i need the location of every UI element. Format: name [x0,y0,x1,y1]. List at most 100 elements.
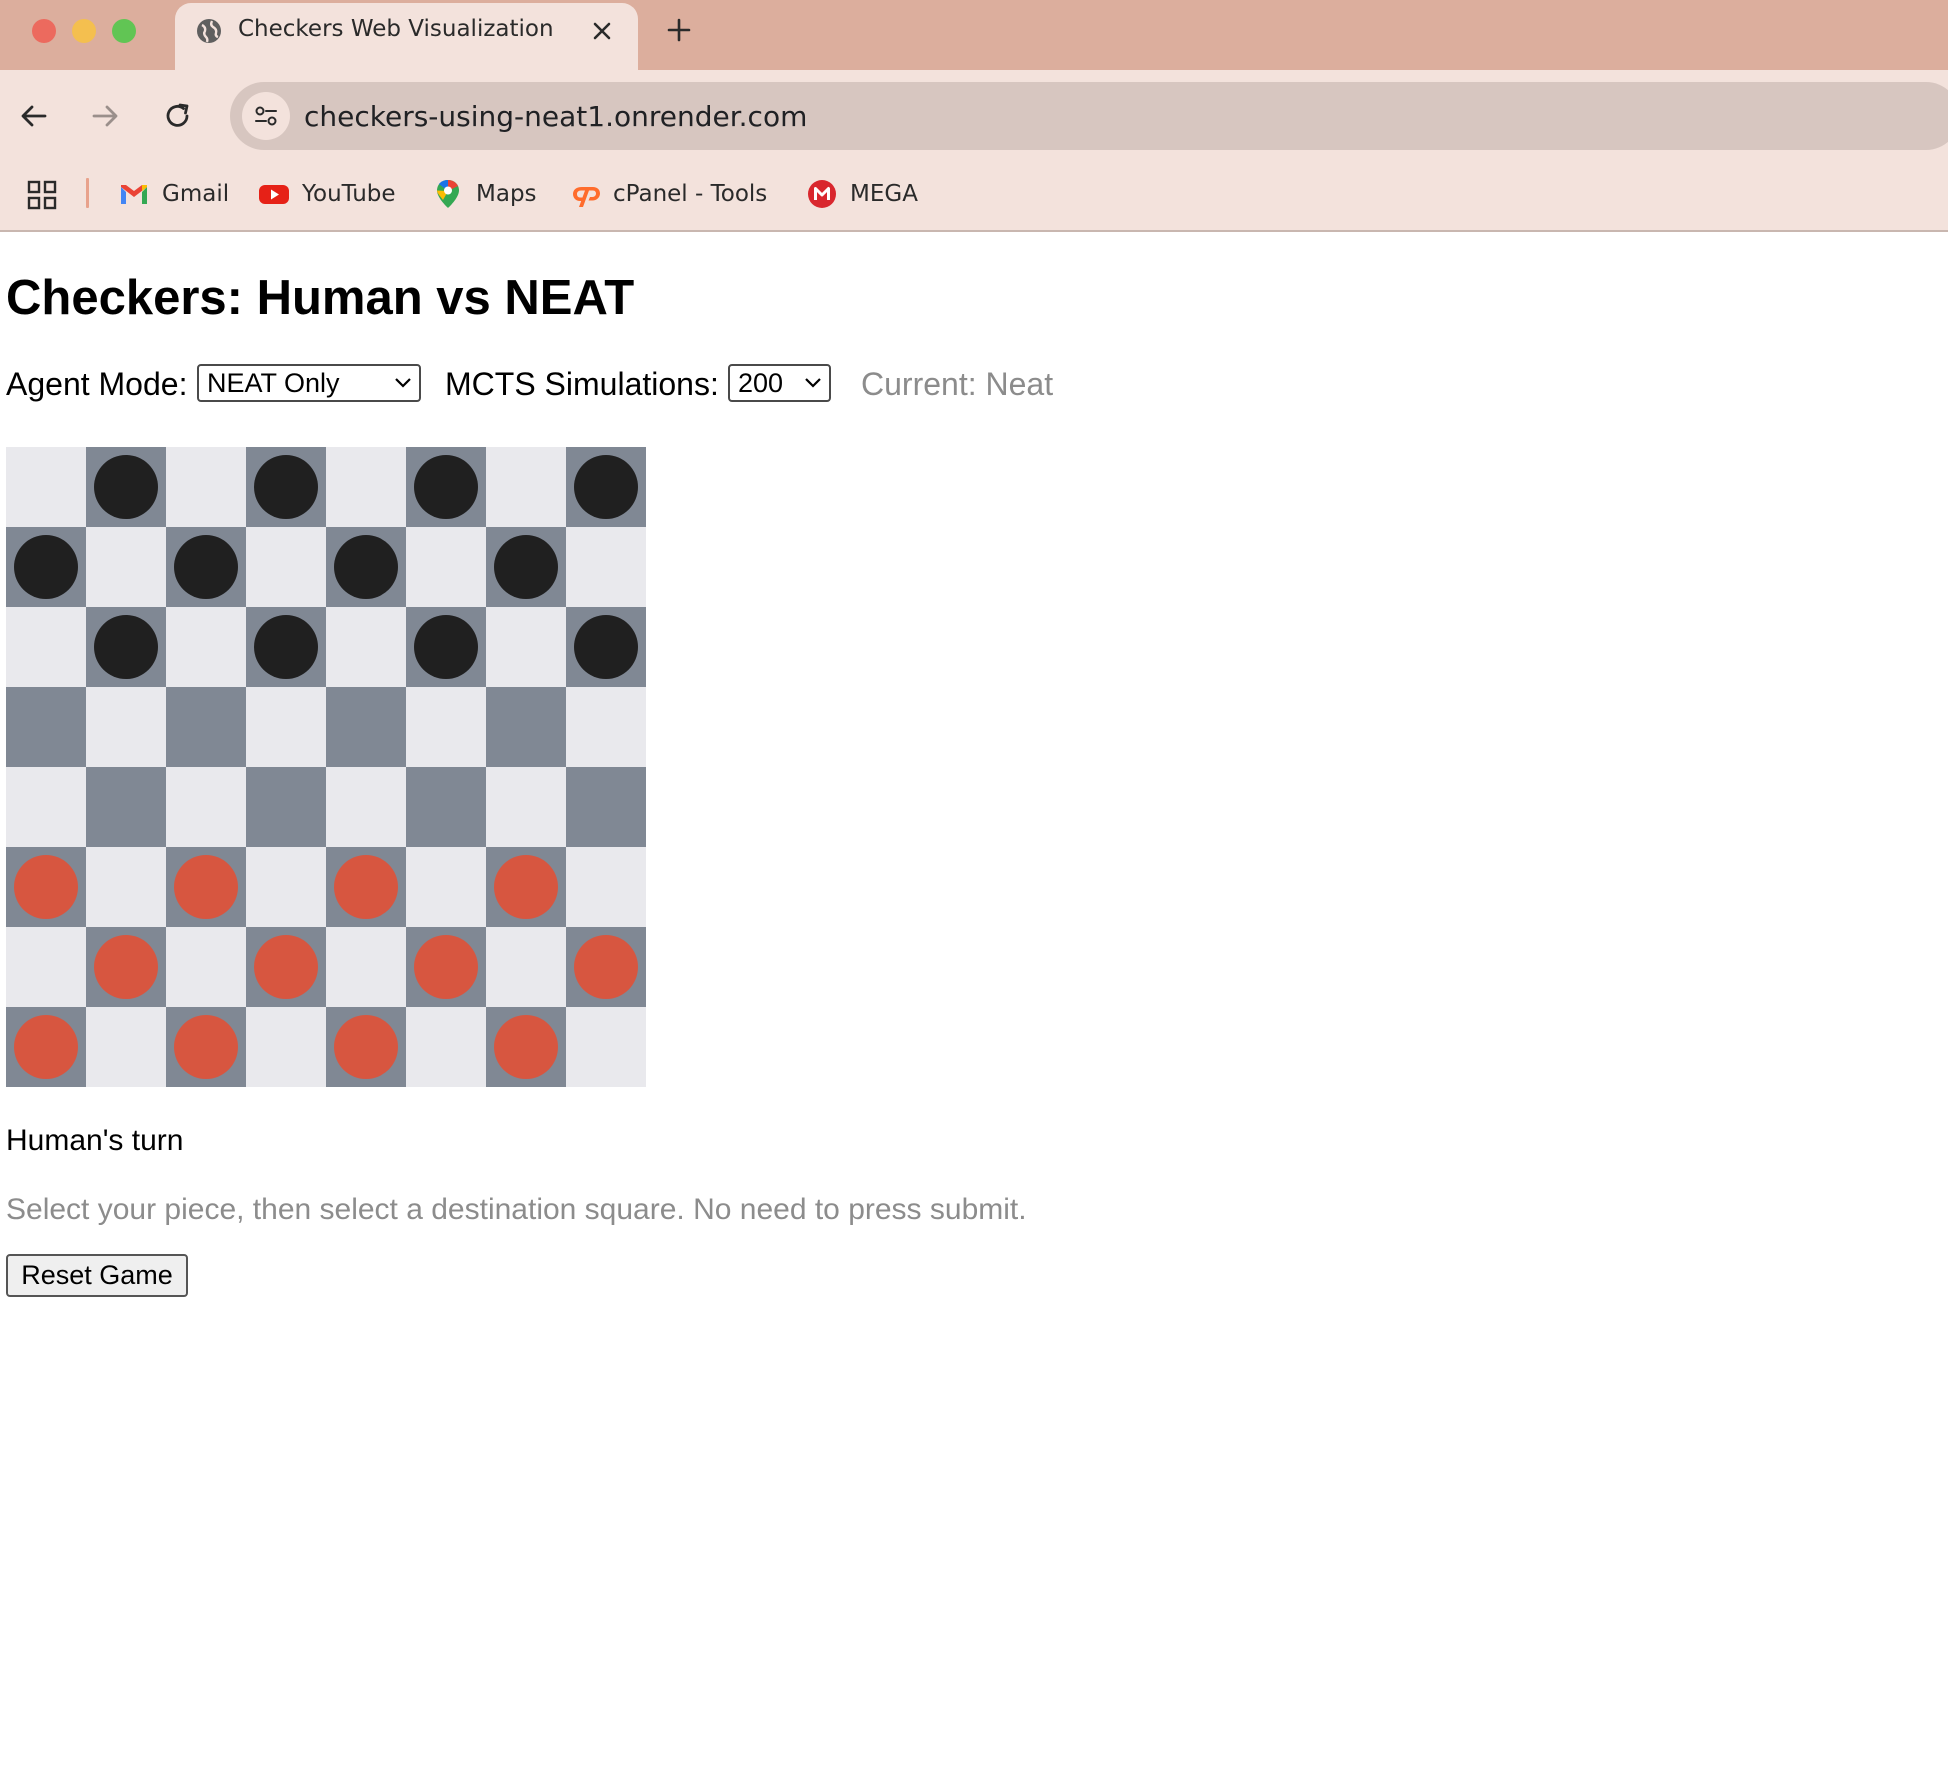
address-bar[interactable]: checkers-using-neat1.onrender.com [230,82,1948,150]
reload-icon[interactable] [163,101,193,131]
browser-tab-active[interactable]: Checkers Web Visualization [175,3,638,70]
board-square-light[interactable] [6,927,86,1007]
black-piece[interactable] [174,535,238,599]
bookmark-label: MEGA [850,181,918,207]
forward-arrow-icon[interactable] [90,101,120,131]
black-piece[interactable] [574,615,638,679]
youtube-icon [258,178,290,210]
board-square-light[interactable] [246,1007,326,1087]
bookmark-youtube[interactable]: YouTube [258,168,396,220]
board-square-light[interactable] [166,607,246,687]
black-piece[interactable] [94,615,158,679]
board-square-light[interactable] [166,767,246,847]
board-square-dark[interactable] [406,767,486,847]
window-minimize-button[interactable] [72,19,96,43]
instructions-text: Select your piece, then select a destina… [6,1193,1027,1226]
board-square-light[interactable] [486,927,566,1007]
board-square-dark[interactable] [246,767,326,847]
board-square-dark[interactable] [566,767,646,847]
board-square-light[interactable] [326,767,406,847]
tab-title: Checkers Web Visualization [238,16,554,42]
mega-icon [806,178,838,210]
apps-grid-icon[interactable] [27,180,57,210]
bookmark-gmail[interactable]: Gmail [118,168,229,220]
mcts-simulations-select[interactable]: 200 [728,364,831,402]
cpanel-icon [569,178,601,210]
reset-game-button[interactable]: Reset Game [6,1254,188,1297]
board-square-light[interactable] [406,1007,486,1087]
agent-mode-select[interactable]: NEAT Only [197,364,421,402]
close-tab-icon[interactable] [591,20,613,42]
red-piece[interactable] [494,855,558,919]
black-piece[interactable] [414,455,478,519]
red-piece[interactable] [174,855,238,919]
board-square-light[interactable] [486,447,566,527]
board-square-light[interactable] [6,607,86,687]
bookmark-label: Gmail [162,181,230,207]
gmail-icon [118,178,150,210]
red-piece[interactable] [334,855,398,919]
board-square-light[interactable] [6,767,86,847]
board-square-dark[interactable] [486,687,566,767]
board-square-light[interactable] [6,447,86,527]
bookmark-label: cPanel - Tools [613,181,768,207]
window-close-button[interactable] [32,19,56,43]
board-square-light[interactable] [326,927,406,1007]
red-piece[interactable] [574,935,638,999]
red-piece[interactable] [174,1015,238,1079]
board-square-light[interactable] [486,607,566,687]
new-tab-icon[interactable] [666,17,692,43]
black-piece[interactable] [14,535,78,599]
board-square-dark[interactable] [326,687,406,767]
site-settings-icon[interactable] [242,92,290,140]
turn-status: Human's turn [6,1124,184,1157]
red-piece[interactable] [254,935,318,999]
bookmark-mega[interactable]: MEGA [806,168,918,220]
black-piece[interactable] [494,535,558,599]
board-square-dark[interactable] [86,767,166,847]
black-piece[interactable] [334,535,398,599]
board-square-light[interactable] [246,847,326,927]
red-piece[interactable] [14,1015,78,1079]
bookmarks-bar: Gmail YouTube Maps cPanel - Tools MEGA [0,168,1948,220]
red-piece[interactable] [94,935,158,999]
board-square-dark[interactable] [6,687,86,767]
red-piece[interactable] [14,855,78,919]
board-square-dark[interactable] [166,687,246,767]
page-title: Checkers: Human vs NEAT [6,271,635,325]
bookmark-cpanel[interactable]: cPanel - Tools [569,168,767,220]
board-square-light[interactable] [86,687,166,767]
board-square-light[interactable] [566,527,646,607]
red-piece[interactable] [334,1015,398,1079]
browser-toolbar: checkers-using-neat1.onrender.com Gmail [0,70,1948,232]
black-piece[interactable] [254,615,318,679]
board-square-light[interactable] [166,447,246,527]
board-square-light[interactable] [86,847,166,927]
bookmarks-separator [86,178,89,208]
board-square-light[interactable] [246,687,326,767]
red-piece[interactable] [494,1015,558,1079]
board-square-light[interactable] [86,1007,166,1087]
board-square-light[interactable] [326,447,406,527]
board-square-light[interactable] [566,847,646,927]
board-square-light[interactable] [86,527,166,607]
window-maximize-button[interactable] [112,19,136,43]
board-square-light[interactable] [246,527,326,607]
board-square-light[interactable] [406,527,486,607]
board-square-light[interactable] [566,687,646,767]
bookmark-maps[interactable]: Maps [432,168,537,220]
black-piece[interactable] [414,615,478,679]
board-square-light[interactable] [406,847,486,927]
black-piece[interactable] [574,455,638,519]
url-text[interactable]: checkers-using-neat1.onrender.com [304,100,807,133]
red-piece[interactable] [414,935,478,999]
back-arrow-icon[interactable] [19,101,49,131]
board-square-light[interactable] [486,767,566,847]
black-piece[interactable] [254,455,318,519]
black-piece[interactable] [94,455,158,519]
board-square-light[interactable] [166,927,246,1007]
browser-tab-strip: Checkers Web Visualization [0,0,1948,70]
board-square-light[interactable] [566,1007,646,1087]
board-square-light[interactable] [326,607,406,687]
board-square-light[interactable] [406,687,486,767]
